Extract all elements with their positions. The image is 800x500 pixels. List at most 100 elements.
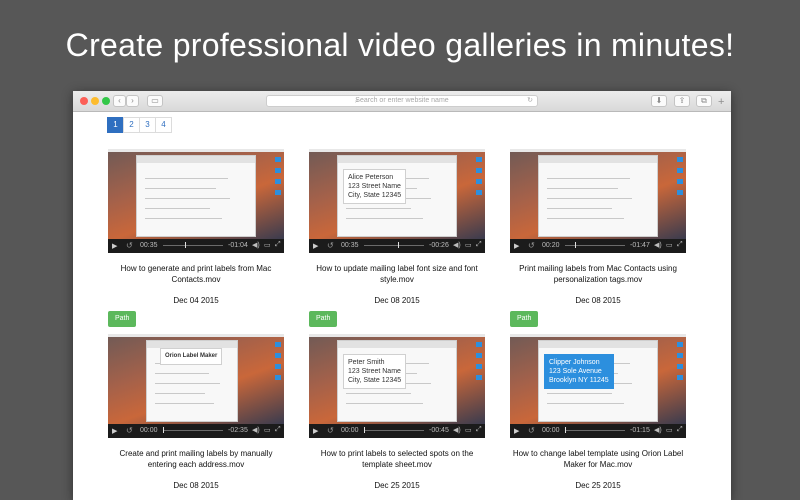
fullscreen-icon[interactable]: ⤢ bbox=[677, 241, 683, 249]
chevron-left-icon: ‹ bbox=[118, 96, 121, 105]
video-player[interactable]: Alice Peterson 123 Street Name City, Sta… bbox=[309, 149, 485, 253]
close-window-button[interactable] bbox=[80, 97, 88, 105]
scrubber-knob[interactable] bbox=[575, 242, 576, 248]
replay-icon[interactable]: ↺ bbox=[327, 241, 334, 250]
share-icon: ⇪ bbox=[678, 96, 686, 105]
play-icon[interactable]: ▶ bbox=[112, 427, 117, 435]
menu-bar bbox=[309, 149, 485, 152]
scrubber-knob[interactable] bbox=[364, 427, 365, 433]
play-icon[interactable]: ▶ bbox=[514, 427, 519, 435]
scrubber-track[interactable] bbox=[364, 245, 424, 246]
volume-icon[interactable]: ◀) bbox=[654, 241, 662, 249]
replay-icon[interactable]: ↺ bbox=[126, 426, 133, 435]
video-overlay-text: Clipper Johnson 123 Sole Avenue Brooklyn… bbox=[544, 354, 614, 389]
menu-bar bbox=[510, 149, 686, 152]
download-icon: ⬇ bbox=[655, 96, 663, 105]
video-controls: ▶ ↺ 00:20 -01:47 ◀) ▭ ⤢ bbox=[510, 239, 686, 253]
show-tabs-button[interactable]: ⧉ bbox=[696, 95, 712, 107]
new-tab-button[interactable]: + bbox=[718, 97, 724, 108]
fullscreen-icon[interactable]: ⤢ bbox=[677, 426, 683, 434]
reload-icon[interactable]: ↻ bbox=[527, 96, 533, 106]
volume-icon[interactable]: ◀) bbox=[453, 241, 461, 249]
airplay-icon[interactable]: ▭ bbox=[264, 241, 271, 249]
video-date: Dec 25 2015 bbox=[374, 481, 420, 490]
fullscreen-icon[interactable]: ⤢ bbox=[476, 426, 482, 434]
fullscreen-icon[interactable]: ⤢ bbox=[275, 426, 281, 434]
video-controls: ▶ ↺ 00:35 -00:26 ◀) ▭ ⤢ bbox=[309, 239, 485, 253]
address-placeholder: Search or enter website name bbox=[355, 97, 449, 104]
scrubber-track[interactable] bbox=[163, 245, 223, 246]
scrubber-knob[interactable] bbox=[163, 427, 164, 433]
scrubber-track[interactable] bbox=[163, 430, 223, 431]
video-date: Dec 08 2015 bbox=[173, 481, 219, 490]
scrubber-track[interactable] bbox=[565, 430, 625, 431]
fullscreen-icon[interactable]: ⤢ bbox=[275, 241, 281, 249]
play-icon[interactable]: ▶ bbox=[313, 427, 318, 435]
video-player[interactable]: ▶ ↺ 00:20 -01:47 ◀) ▭ ⤢ bbox=[510, 149, 686, 253]
video-player[interactable]: Peter Smith 123 Street Name City, State … bbox=[309, 334, 485, 438]
play-icon[interactable]: ▶ bbox=[112, 242, 117, 250]
replay-icon[interactable]: ↺ bbox=[327, 426, 334, 435]
play-icon[interactable]: ▶ bbox=[514, 242, 519, 250]
back-button[interactable]: ‹ bbox=[113, 95, 126, 107]
volume-icon[interactable]: ◀) bbox=[252, 241, 260, 249]
scrubber-track[interactable] bbox=[565, 245, 625, 246]
airplay-icon[interactable]: ▭ bbox=[465, 241, 472, 249]
video-player[interactable]: Clipper Johnson 123 Sole Avenue Brooklyn… bbox=[510, 334, 686, 438]
minimize-window-button[interactable] bbox=[91, 97, 99, 105]
desktop-icons bbox=[476, 342, 482, 386]
remaining-time: -00:45 bbox=[429, 427, 449, 434]
fullscreen-icon[interactable]: ⤢ bbox=[476, 241, 482, 249]
remaining-time: -01:04 bbox=[228, 242, 248, 249]
share-button[interactable]: ⇪ bbox=[674, 95, 690, 107]
menu-bar bbox=[309, 334, 485, 337]
airplay-icon[interactable]: ▭ bbox=[264, 426, 271, 434]
scrubber-knob[interactable] bbox=[185, 242, 186, 248]
airplay-icon[interactable]: ▭ bbox=[666, 426, 673, 434]
sidebar-icon: ▭ bbox=[151, 96, 159, 105]
headline: Create professional video galleries in m… bbox=[65, 27, 735, 63]
video-overlay-text: Orion Label Maker bbox=[160, 348, 223, 365]
forward-button[interactable]: › bbox=[126, 95, 139, 107]
browser-toolbar: ‹ › ▭ ⌕ Search or enter website name ↻ ⬇… bbox=[73, 91, 731, 112]
video-date: Dec 04 2015 bbox=[173, 296, 219, 305]
scrubber-knob[interactable] bbox=[398, 242, 399, 248]
page-button-2[interactable]: 2 bbox=[123, 117, 140, 133]
page-button-3[interactable]: 3 bbox=[139, 117, 156, 133]
current-time: 00:35 bbox=[140, 242, 158, 249]
video-player[interactable]: Orion Label Maker ▶ ↺ 00:00 -02:35 ◀) ▭ ⤢ bbox=[108, 334, 284, 438]
zoom-window-button[interactable] bbox=[102, 97, 110, 105]
path-button[interactable]: Path bbox=[108, 311, 137, 327]
volume-icon[interactable]: ◀) bbox=[252, 426, 260, 434]
airplay-icon[interactable]: ▭ bbox=[465, 426, 472, 434]
airplay-icon[interactable]: ▭ bbox=[666, 241, 673, 249]
video-player[interactable]: ▶ ↺ 00:35 -01:04 ◀) ▭ ⤢ bbox=[108, 149, 284, 253]
replay-icon[interactable]: ↺ bbox=[528, 426, 535, 435]
address-bar[interactable]: ⌕ Search or enter website name ↻ bbox=[266, 95, 538, 107]
desktop-icons bbox=[677, 157, 683, 201]
pagination: 1234 bbox=[107, 117, 172, 133]
scrubber-track[interactable] bbox=[364, 430, 424, 431]
remaining-time: -01:15 bbox=[630, 427, 650, 434]
video-title: How to generate and print labels from Ma… bbox=[120, 264, 272, 284]
scrubber-knob[interactable] bbox=[565, 427, 566, 433]
downloads-button[interactable]: ⬇ bbox=[651, 95, 667, 107]
video-controls: ▶ ↺ 00:00 -01:15 ◀) ▭ ⤢ bbox=[510, 424, 686, 438]
volume-icon[interactable]: ◀) bbox=[654, 426, 662, 434]
video-card: ▶ ↺ 00:35 -01:04 ◀) ▭ ⤢ How to generate and pri… bbox=[108, 149, 284, 327]
path-button[interactable]: Path bbox=[309, 311, 338, 327]
page-button-1[interactable]: 1 bbox=[107, 117, 124, 133]
replay-icon[interactable]: ↺ bbox=[126, 241, 133, 250]
menu-bar bbox=[108, 149, 284, 152]
video-card: Clipper Johnson 123 Sole Avenue Brooklyn… bbox=[510, 334, 686, 491]
video-overlay-text: Alice Peterson 123 Street Name City, Sta… bbox=[343, 169, 407, 204]
replay-icon[interactable]: ↺ bbox=[528, 241, 535, 250]
sidebar-button[interactable]: ▭ bbox=[147, 95, 163, 107]
play-icon[interactable]: ▶ bbox=[313, 242, 318, 250]
page-button-4[interactable]: 4 bbox=[155, 117, 172, 133]
path-button[interactable]: Path bbox=[510, 311, 539, 327]
app-window bbox=[136, 155, 256, 237]
remaining-time: -00:26 bbox=[429, 242, 449, 249]
volume-icon[interactable]: ◀) bbox=[453, 426, 461, 434]
desktop-icons bbox=[677, 342, 683, 386]
